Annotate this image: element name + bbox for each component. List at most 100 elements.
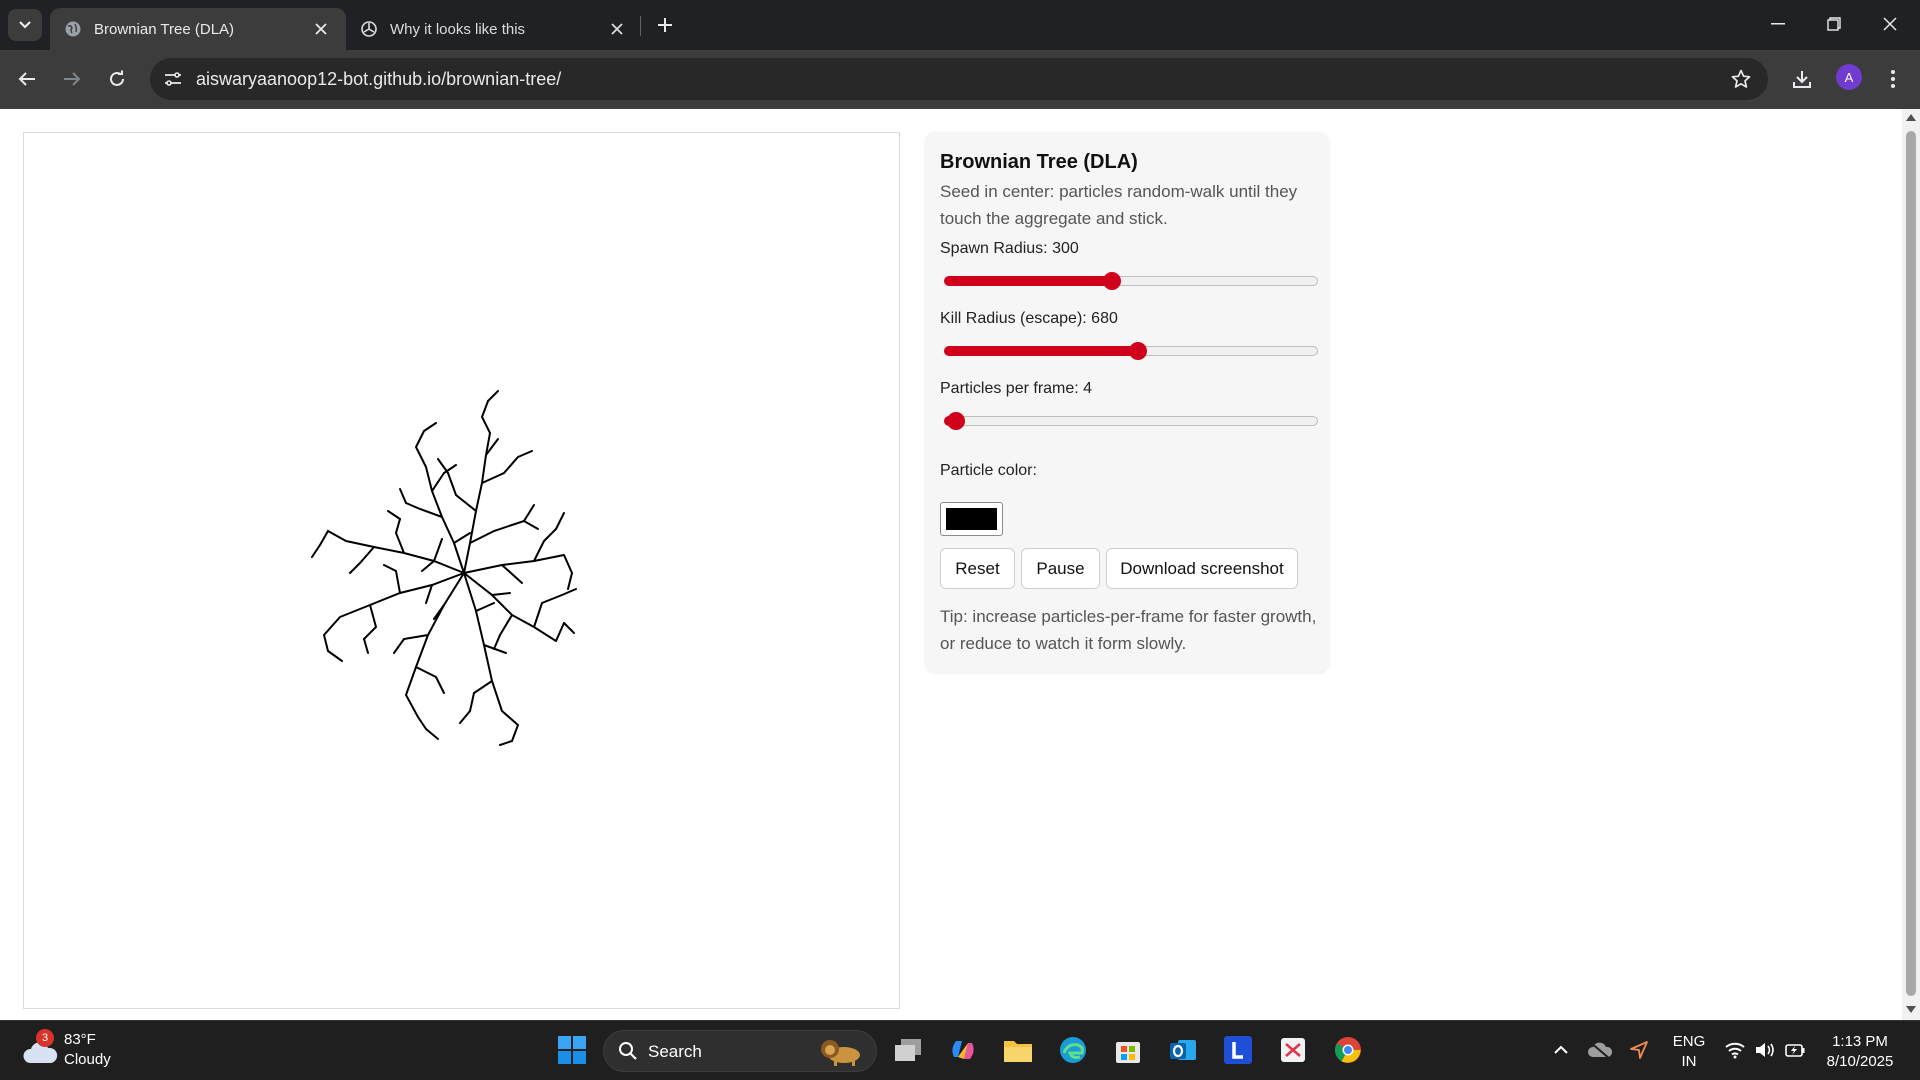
edge-button[interactable] [1056, 1033, 1090, 1067]
browser-toolbar: aiswaryaanoop12-bot.github.io/brownian-t… [0, 50, 1920, 109]
panel-title: Brownian Tree (DLA) [940, 151, 1138, 173]
snipping-tool-button[interactable] [1276, 1033, 1310, 1067]
kill-radius-slider[interactable] [944, 342, 1318, 360]
clock-time[interactable]: 1:13 PM [1810, 1033, 1910, 1050]
chrome-icon [1335, 1037, 1361, 1063]
forward-button[interactable] [55, 62, 89, 96]
page-viewport: Brownian Tree (DLA) Seed in center: part… [0, 109, 1902, 1020]
slider-thumb[interactable] [1129, 342, 1148, 360]
close-icon [1883, 17, 1897, 31]
file-explorer-button[interactable] [1001, 1033, 1035, 1067]
location-button[interactable] [1622, 1033, 1656, 1067]
search-label: Search [648, 1042, 702, 1061]
close-tab-icon[interactable] [606, 18, 628, 40]
panel-tip: Tip: increase particles-per-frame for fa… [940, 607, 1317, 653]
spawn-radius-slider[interactable] [944, 272, 1318, 290]
kill-radius-label: Kill Radius (escape): 680 [940, 310, 1118, 327]
volume-button[interactable] [1748, 1033, 1782, 1067]
close-tab-icon[interactable] [310, 18, 332, 40]
profile-avatar[interactable]: A [1836, 64, 1862, 90]
folder-icon [1004, 1041, 1032, 1062]
search-icon [619, 1042, 637, 1060]
volume-icon [1756, 1043, 1774, 1057]
language-top[interactable]: ENG [1670, 1033, 1708, 1050]
reset-button[interactable]: Reset [940, 548, 1015, 589]
language-bottom[interactable]: IN [1670, 1053, 1708, 1070]
address-bar[interactable]: aiswaryaanoop12-bot.github.io/brownian-t… [150, 58, 1768, 100]
arrow-right-icon [64, 72, 81, 86]
l-app-icon [1224, 1036, 1252, 1064]
site-info-button[interactable] [158, 64, 188, 94]
particle-color-label: Particle color: [940, 462, 1037, 479]
battery-icon [1785, 1044, 1805, 1057]
snipping-tool-icon [1281, 1038, 1305, 1062]
chevron-down-icon [19, 21, 31, 29]
clock-date[interactable]: 8/10/2025 [1810, 1053, 1910, 1070]
back-button[interactable] [10, 62, 44, 96]
scroll-thumb[interactable] [1906, 131, 1916, 996]
location-arrow-icon [1630, 1041, 1648, 1059]
slider-fill [944, 276, 1112, 286]
dla-canvas[interactable] [23, 132, 900, 1009]
star-icon [1731, 69, 1751, 88]
tab-brownian-tree[interactable]: Brownian Tree (DLA) [50, 8, 346, 50]
bookmark-button[interactable] [1726, 64, 1756, 94]
close-window-button[interactable] [1862, 0, 1918, 48]
more-vert-icon [1891, 70, 1895, 88]
download-screenshot-button[interactable]: Download screenshot [1106, 548, 1298, 589]
restore-button[interactable] [1806, 0, 1862, 48]
reload-button[interactable] [100, 62, 134, 96]
restore-icon [1827, 17, 1841, 31]
wifi-button[interactable] [1718, 1033, 1752, 1067]
color-swatch [946, 508, 997, 530]
slider-thumb[interactable] [1103, 272, 1122, 290]
copilot-button[interactable] [946, 1033, 980, 1067]
edge-icon [1060, 1037, 1086, 1063]
cloud-off-icon [1588, 1041, 1613, 1060]
tab-why-it-looks[interactable]: Why it looks like this [346, 8, 642, 50]
taskbar-search[interactable]: Search [603, 1030, 877, 1072]
weather-condition: Cloudy [64, 1051, 111, 1068]
task-view-icon [895, 1039, 921, 1061]
globe-icon [65, 21, 81, 37]
new-tab-button[interactable] [650, 10, 680, 40]
windows-icon [558, 1036, 586, 1064]
lion-icon [821, 1040, 860, 1066]
weather-badge: 3 [36, 1029, 54, 1047]
outlook-button[interactable] [1166, 1033, 1200, 1067]
windows-taskbar: 3 83°F Cloudy Search ENG IN 1:13 PM 8/10… [0, 1020, 1920, 1080]
battery-button[interactable] [1778, 1033, 1812, 1067]
panel-description: Seed in center: particles random-walk un… [940, 182, 1298, 228]
particle-color-picker[interactable] [940, 502, 1003, 536]
tune-icon [165, 72, 181, 86]
onedrive-button[interactable] [1583, 1033, 1617, 1067]
tab-title: Why it looks like this [390, 20, 526, 38]
task-view-button[interactable] [891, 1033, 925, 1067]
minimize-icon [1771, 23, 1785, 25]
show-hidden-icons-button[interactable] [1544, 1033, 1578, 1067]
tab-separator [640, 16, 641, 36]
weather-widget[interactable]: 3 83°F Cloudy [22, 1029, 132, 1071]
particles-per-frame-slider[interactable] [944, 412, 1318, 430]
arrow-left-icon [18, 72, 35, 86]
chevron-up-icon [1554, 1045, 1568, 1054]
store-icon [1116, 1042, 1140, 1063]
start-button[interactable] [555, 1033, 589, 1067]
chrome-menu-button[interactable] [1876, 62, 1910, 96]
chrome-button[interactable] [1331, 1033, 1365, 1067]
url-text: aiswaryaanoop12-bot.github.io/brownian-t… [196, 69, 562, 89]
pause-button[interactable]: Pause [1021, 548, 1100, 589]
l-app-button[interactable] [1221, 1033, 1255, 1067]
scroll-up-arrow[interactable] [1906, 114, 1916, 121]
downloads-button[interactable] [1785, 62, 1819, 96]
tab-title: Brownian Tree (DLA) [94, 20, 235, 38]
page-scrollbar[interactable] [1902, 109, 1920, 1020]
openai-icon [361, 21, 377, 37]
microsoft-store-button[interactable] [1111, 1033, 1145, 1067]
slider-thumb[interactable] [947, 412, 966, 430]
minimize-button[interactable] [1750, 0, 1806, 48]
browser-tabstrip: Brownian Tree (DLA) Why it looks like th… [0, 0, 1920, 50]
scroll-down-arrow[interactable] [1906, 1006, 1916, 1013]
slider-fill [944, 346, 1138, 356]
tab-search-button[interactable] [8, 9, 42, 41]
